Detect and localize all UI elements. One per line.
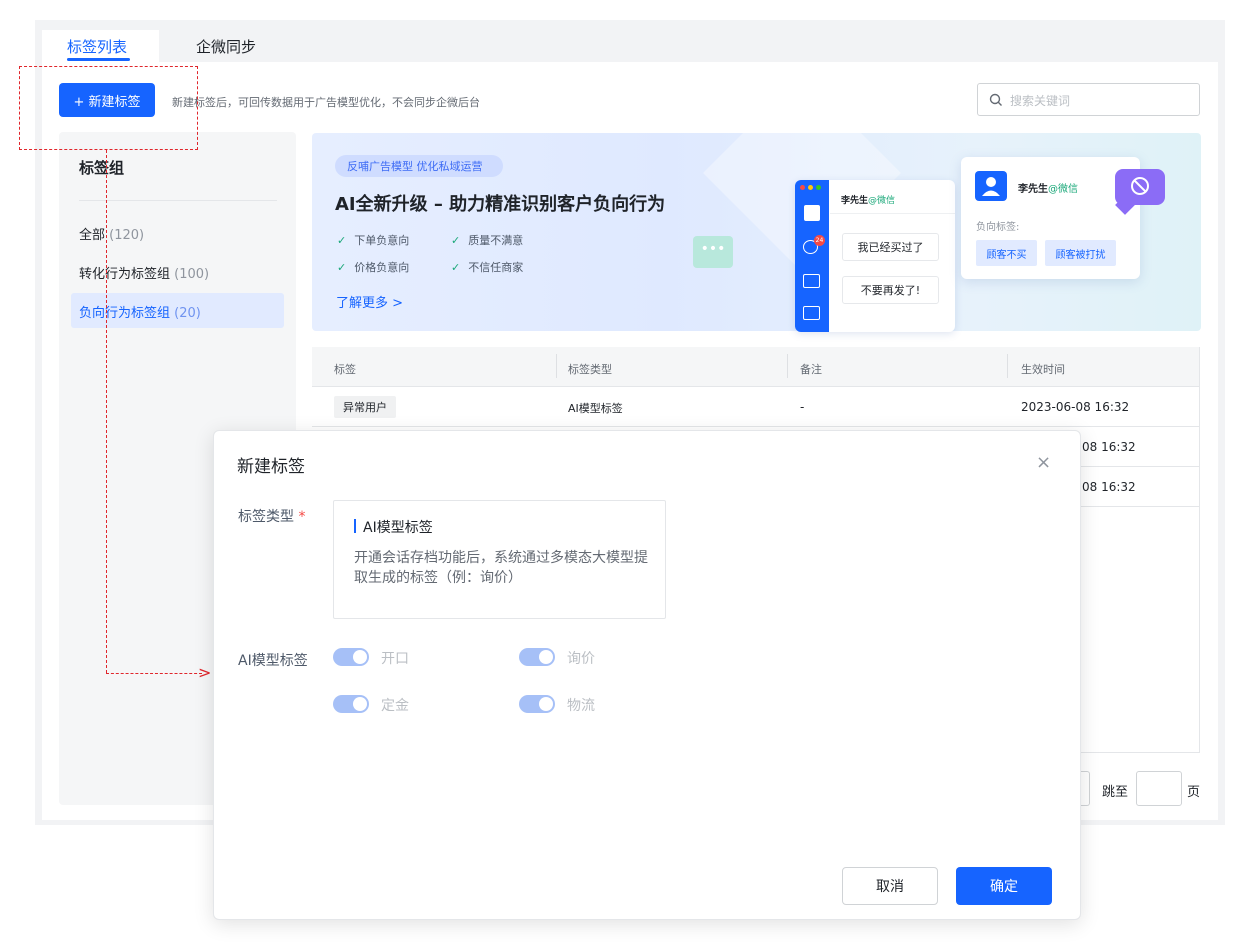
user-avatar-icon xyxy=(975,171,1007,201)
sidebar-item-count: (100) xyxy=(174,267,210,282)
chat-bubble-icon: ••• xyxy=(693,236,733,268)
column-header: 标签 xyxy=(334,363,356,376)
phone-message: 我已经买过了 xyxy=(842,233,939,261)
table-header xyxy=(312,347,1200,387)
annotation-highlight-box xyxy=(19,66,198,150)
table-border xyxy=(1080,752,1200,753)
card-sub-label: 负向标签: xyxy=(976,222,1020,233)
option-description: 开通会话存档功能后，系统通过多模态大模型提取生成的标签（例：询价） xyxy=(354,550,648,586)
new-tag-hint: 新建标签后，可回传数据用于广告模型优化，不会同步企微后台 xyxy=(172,96,480,109)
toggle-switch[interactable] xyxy=(333,648,369,666)
row-divider xyxy=(312,426,1200,427)
card-tag: 顾客被打扰 xyxy=(1045,240,1116,266)
sidebar-item-label: 全部 xyxy=(79,228,106,243)
toggle-label: 开口 xyxy=(381,651,409,667)
sidebar-title: 标签组 xyxy=(79,159,125,177)
column-separator xyxy=(1007,354,1008,378)
tab-wecom-sync[interactable]: 企微同步 xyxy=(196,36,256,57)
toggle-label: 定金 xyxy=(381,698,409,714)
option-accent-bar xyxy=(354,519,356,533)
check-icon: ✓ xyxy=(451,234,461,247)
modal-title: 新建标签 xyxy=(237,457,305,477)
sidebar-item-all[interactable]: 全部 (120) xyxy=(79,224,144,243)
toggle-label: 询价 xyxy=(567,651,595,667)
sidebar-item-conversion[interactable]: 转化行为标签组 (100) xyxy=(79,263,209,282)
banner-feature-label: 质量不满意 xyxy=(468,234,524,247)
window-dot-icon xyxy=(816,185,821,190)
banner-feature: ✓ 质量不满意 xyxy=(451,232,523,248)
toggle-switch[interactable] xyxy=(519,648,555,666)
check-icon: ✓ xyxy=(337,234,347,247)
goto-page-input[interactable] xyxy=(1136,771,1182,806)
table-border xyxy=(1199,347,1200,752)
cancel-button[interactable]: 取消 xyxy=(842,867,938,905)
phone-message: 不要再发了! xyxy=(842,276,939,304)
search-placeholder: 搜索关键词 xyxy=(1010,94,1071,108)
cell-time: 08 16:32 xyxy=(1082,480,1136,494)
contact-icon xyxy=(804,205,820,221)
banner-tag: 反哺广告模型 优化私域运营 xyxy=(335,155,503,177)
annotation-arrow-icon: > xyxy=(198,663,212,682)
phone-wx-text: @微信 xyxy=(868,196,896,206)
ai-tags-label: AI模型标签 xyxy=(238,653,308,669)
search-icon xyxy=(989,93,1002,106)
search-input[interactable]: 搜索关键词 xyxy=(977,83,1200,116)
sidebar-divider xyxy=(79,200,277,201)
column-header: 标签类型 xyxy=(568,363,612,376)
tag-type-label-text: 标签类型 xyxy=(238,509,294,525)
banner-title: AI全新升级 – 助力精准识别客户负向行为 xyxy=(335,194,666,215)
required-mark: * xyxy=(298,509,306,525)
banner-feature: ✓ 下单负意向 xyxy=(337,232,409,248)
phone-name-text: 李先生 xyxy=(841,196,869,206)
cell-time: 2023-06-08 16:32 xyxy=(1021,400,1130,414)
banner-feature: ✓ 不信任商家 xyxy=(451,259,523,275)
cell-time: 08 16:32 xyxy=(1082,440,1136,454)
column-separator xyxy=(787,354,788,378)
phone-divider xyxy=(830,213,955,214)
tag-chip: 异常用户 xyxy=(334,396,396,418)
toggle-switch[interactable] xyxy=(519,695,555,713)
check-icon: ✓ xyxy=(337,261,347,274)
confirm-button[interactable]: 确定 xyxy=(956,867,1052,905)
banner-feature: ✓ 价格负意向 xyxy=(337,259,409,275)
cube-icon xyxy=(803,274,820,288)
card-name-text: 李先生 xyxy=(1018,184,1048,195)
banner-feature-label: 价格负意向 xyxy=(354,261,410,274)
cell-note: - xyxy=(800,400,805,414)
unread-badge: 24 xyxy=(814,235,825,246)
window-dot-icon xyxy=(800,185,805,190)
card-tag: 顾客不买 xyxy=(976,240,1037,266)
toggle-switch[interactable] xyxy=(333,695,369,713)
tag-type-label: 标签类型 * xyxy=(238,506,305,526)
tab-active-indicator xyxy=(67,58,130,61)
learn-more-link[interactable]: 了解更多 > xyxy=(336,292,403,311)
phone-contact-name: 李先生@微信 xyxy=(841,193,895,206)
card-contact-name: 李先生@微信 xyxy=(1018,180,1078,195)
page-suffix: 页 xyxy=(1187,785,1201,800)
window-dot-icon xyxy=(808,185,813,190)
column-header: 生效时间 xyxy=(1021,363,1065,376)
goto-label: 跳至 xyxy=(1102,785,1129,800)
cell-type: AI模型标签 xyxy=(568,402,623,415)
sidebar-item-label: 负向行为标签组 xyxy=(79,306,171,321)
calendar-icon xyxy=(803,306,820,320)
sidebar-item-count: (20) xyxy=(174,306,201,321)
column-separator xyxy=(556,354,557,378)
banner-feature-label: 不信任商家 xyxy=(468,261,524,274)
sidebar-item-label: 转化行为标签组 xyxy=(79,267,171,282)
close-icon[interactable]: × xyxy=(1036,452,1051,473)
annotation-connector xyxy=(106,150,107,673)
sidebar-item-negative[interactable]: 负向行为标签组 (20) xyxy=(79,302,201,321)
toggle-label: 物流 xyxy=(567,698,595,714)
annotation-connector xyxy=(106,673,202,674)
card-wx-text: @微信 xyxy=(1048,184,1078,195)
option-title: AI模型标签 xyxy=(363,520,433,536)
block-icon xyxy=(1115,169,1165,205)
tab-tag-list[interactable]: 标签列表 xyxy=(67,36,127,57)
check-icon: ✓ xyxy=(451,261,461,274)
column-header: 备注 xyxy=(800,363,822,376)
banner-feature-label: 下单负意向 xyxy=(354,234,410,247)
sidebar-item-count: (120) xyxy=(109,228,145,243)
